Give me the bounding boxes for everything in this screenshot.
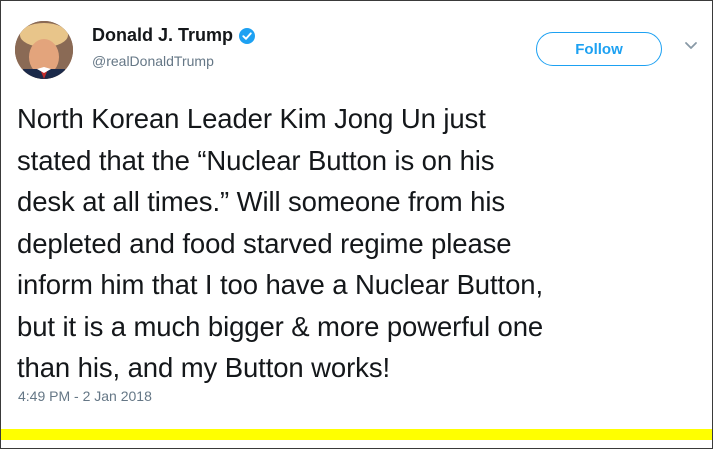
tweet-text-line: North Korean Leader Kim Jong Un just xyxy=(17,103,486,134)
author-name-row: Donald J. Trump xyxy=(92,25,256,46)
avatar-image xyxy=(15,21,73,79)
author-handle[interactable]: @realDonaldTrump xyxy=(92,53,214,69)
follow-button[interactable]: Follow xyxy=(536,32,662,66)
tweet-text-line: depleted and food starved regime please xyxy=(17,227,512,259)
tweet-timestamp[interactable]: 4:49 PM - 2 Jan 2018 xyxy=(18,388,152,404)
author-name[interactable]: Donald J. Trump xyxy=(92,25,233,46)
tweet-text-line: than his, and my Button works! xyxy=(17,352,391,383)
tweet-text-line: stated that the “Nuclear Button is on hi… xyxy=(17,144,495,176)
verified-badge-icon xyxy=(239,27,256,44)
tweet-card: Donald J. Trump @realDonaldTrump Follow … xyxy=(0,0,713,449)
avatar[interactable] xyxy=(15,21,73,79)
tweet-text-line: desk at all times.” Will someone from hi… xyxy=(17,186,505,217)
tweet-text-line: inform him that I too have a Nuclear But… xyxy=(17,269,544,300)
bottom-highlight-bar xyxy=(1,429,712,440)
chevron-down-icon[interactable] xyxy=(684,41,698,51)
tweet-text: North Korean Leader Kim Jong Un just sta… xyxy=(17,98,707,389)
tweet-text-line: but it is a much bigger & more powerful … xyxy=(17,310,544,342)
